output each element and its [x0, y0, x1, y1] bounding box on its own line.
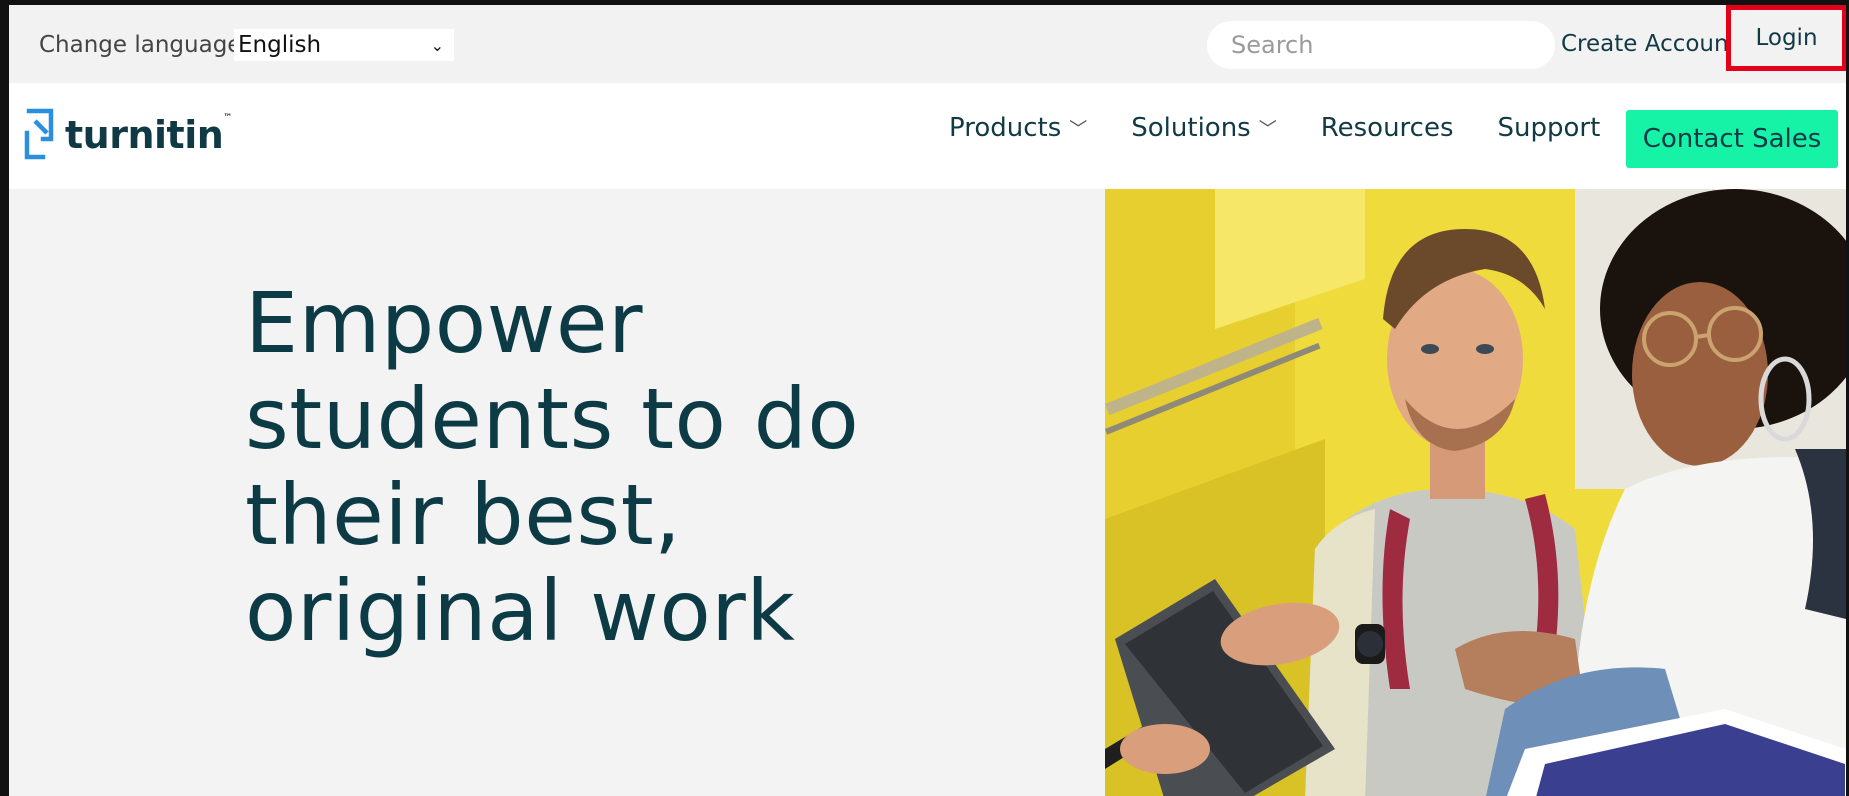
hero-title-line: students to do: [245, 370, 860, 468]
chevron-down-icon: ﹀: [1069, 119, 1088, 140]
create-account-link[interactable]: Create Account: [1561, 31, 1738, 57]
chevron-down-icon: ⌄: [430, 35, 444, 55]
search-input[interactable]: [1231, 31, 1531, 59]
main-nav: turnitin™ Products ﹀ Solutions ﹀ Resourc…: [9, 83, 1846, 189]
students-illustration: [1105, 189, 1846, 796]
turnitin-logo[interactable]: turnitin™: [21, 107, 232, 163]
nav-item-label: Products: [949, 113, 1062, 143]
utility-bar: Change language English ⌄ Create Account…: [9, 5, 1846, 83]
browser-viewport: Change language English ⌄ Create Account…: [0, 0, 1849, 796]
chevron-down-icon: ﹀: [1258, 119, 1277, 140]
language-selected-value: English: [238, 32, 322, 58]
nav-item-label: Support: [1497, 113, 1601, 143]
hero-title-line: their best,: [245, 466, 682, 564]
nav-items: Products ﹀ Solutions ﹀ Resources Support: [949, 113, 1644, 143]
language-label: Change language: [39, 32, 242, 58]
nav-item-label: Resources: [1320, 113, 1454, 143]
hero-title-line: Empower: [245, 274, 644, 372]
contact-sales-button[interactable]: Contact Sales: [1626, 110, 1838, 168]
nav-item-solutions[interactable]: Solutions ﹀: [1131, 113, 1276, 143]
nav-item-products[interactable]: Products ﹀: [949, 113, 1087, 143]
nav-item-support[interactable]: Support: [1498, 113, 1601, 143]
logo-wordmark: turnitin™: [65, 113, 232, 157]
hero-title: Empower students to do their best, origi…: [245, 275, 925, 659]
login-link[interactable]: Login: [1726, 5, 1846, 71]
nav-item-label: Solutions: [1131, 113, 1251, 143]
turnitin-logo-icon: [24, 108, 54, 160]
search-box[interactable]: [1207, 21, 1555, 69]
hero-photo-students: [1105, 189, 1846, 796]
hero-section: Empower students to do their best, origi…: [9, 189, 1846, 796]
login-label: Login: [1755, 25, 1818, 51]
nav-item-resources[interactable]: Resources: [1321, 113, 1454, 143]
language-select[interactable]: English ⌄: [234, 29, 454, 61]
hero-title-line: original work: [245, 562, 796, 660]
